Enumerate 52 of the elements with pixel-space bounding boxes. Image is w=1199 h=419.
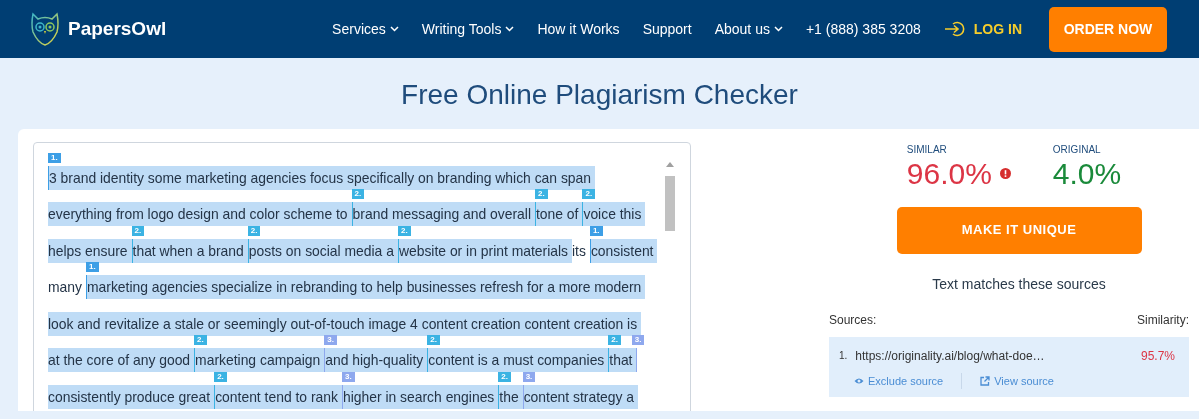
column-label: Sources: <box>829 311 877 329</box>
highlighted-text: look and revitalize a stale or seemingly out-of-touch image 4 content creation content creation is <box>48 311 642 336</box>
match-marker: 3. <box>324 335 337 346</box>
match-marker: 2. <box>582 189 596 200</box>
original-value: 4.0% <box>1052 156 1122 191</box>
brand-name[interactable]: PapersOwl <box>68 14 167 44</box>
plain-text: many <box>48 278 83 298</box>
match-marker: 2. <box>534 189 548 200</box>
stat-label: SIMILAR <box>906 142 948 157</box>
highlighted-text: consistently produce great <box>48 384 215 409</box>
match-marker: 2. <box>131 225 145 236</box>
scrollbar-thumb[interactable] <box>665 175 675 231</box>
column-label: Similarity: <box>1137 311 1189 329</box>
similarity-value: 95.7% <box>1140 347 1175 365</box>
nav-link[interactable]: About us <box>714 18 783 40</box>
nav-link[interactable]: Writing Tools <box>421 18 515 40</box>
list-number: 1. <box>839 349 848 364</box>
nav-link[interactable]: Services <box>332 18 399 40</box>
match-marker: 1. <box>85 262 99 273</box>
text-editor[interactable] <box>33 141 691 411</box>
match-marker: 3. <box>522 371 536 382</box>
match-marker: 2. <box>498 371 511 382</box>
highlighted-text: everything from logo design and color scheme to <box>48 202 352 227</box>
eye-icon <box>854 376 864 385</box>
similar-value: 96.0% <box>906 156 992 191</box>
sign-in-icon <box>943 21 966 37</box>
match-marker: 2. <box>427 335 440 346</box>
external-link-icon <box>980 375 991 386</box>
match-marker: 2. <box>351 189 365 200</box>
match-marker: 2. <box>608 335 621 346</box>
match-marker: 2. <box>397 225 411 236</box>
login-link[interactable]: LOG IN <box>943 18 1022 40</box>
source-item[interactable]: 1. https://originality.ai/blog/what-doe… 95.7% Exclude source View source <box>829 336 1189 398</box>
match-marker: 2. <box>194 335 207 346</box>
match-marker: 2. <box>214 371 227 382</box>
match-marker: 2. <box>247 225 261 236</box>
nav-link[interactable]: How it Works <box>537 18 620 40</box>
owl-logo-icon <box>30 12 60 46</box>
section-heading: Text matches these sources <box>931 274 1107 294</box>
stat-label: ORIGINAL <box>1052 142 1102 157</box>
plain-text: its <box>572 241 587 261</box>
info-icon[interactable] <box>999 168 1011 180</box>
nav-link[interactable]: +1 (888) 385 3208 <box>805 18 921 40</box>
page-title: Free Online Plagiarism Checker <box>400 78 799 112</box>
highlighted-text: at the core of any good <box>48 348 195 373</box>
source-url[interactable]: https://originality.ai/blog/what-doe… <box>855 346 1045 365</box>
match-marker: 1. <box>589 225 603 236</box>
match-marker: 1. <box>48 152 61 163</box>
match-marker: 3. <box>631 335 645 346</box>
match-marker: 3. <box>341 371 355 382</box>
highlighted-text: helps ensure <box>48 238 132 263</box>
nav-link[interactable]: Support <box>642 18 692 40</box>
